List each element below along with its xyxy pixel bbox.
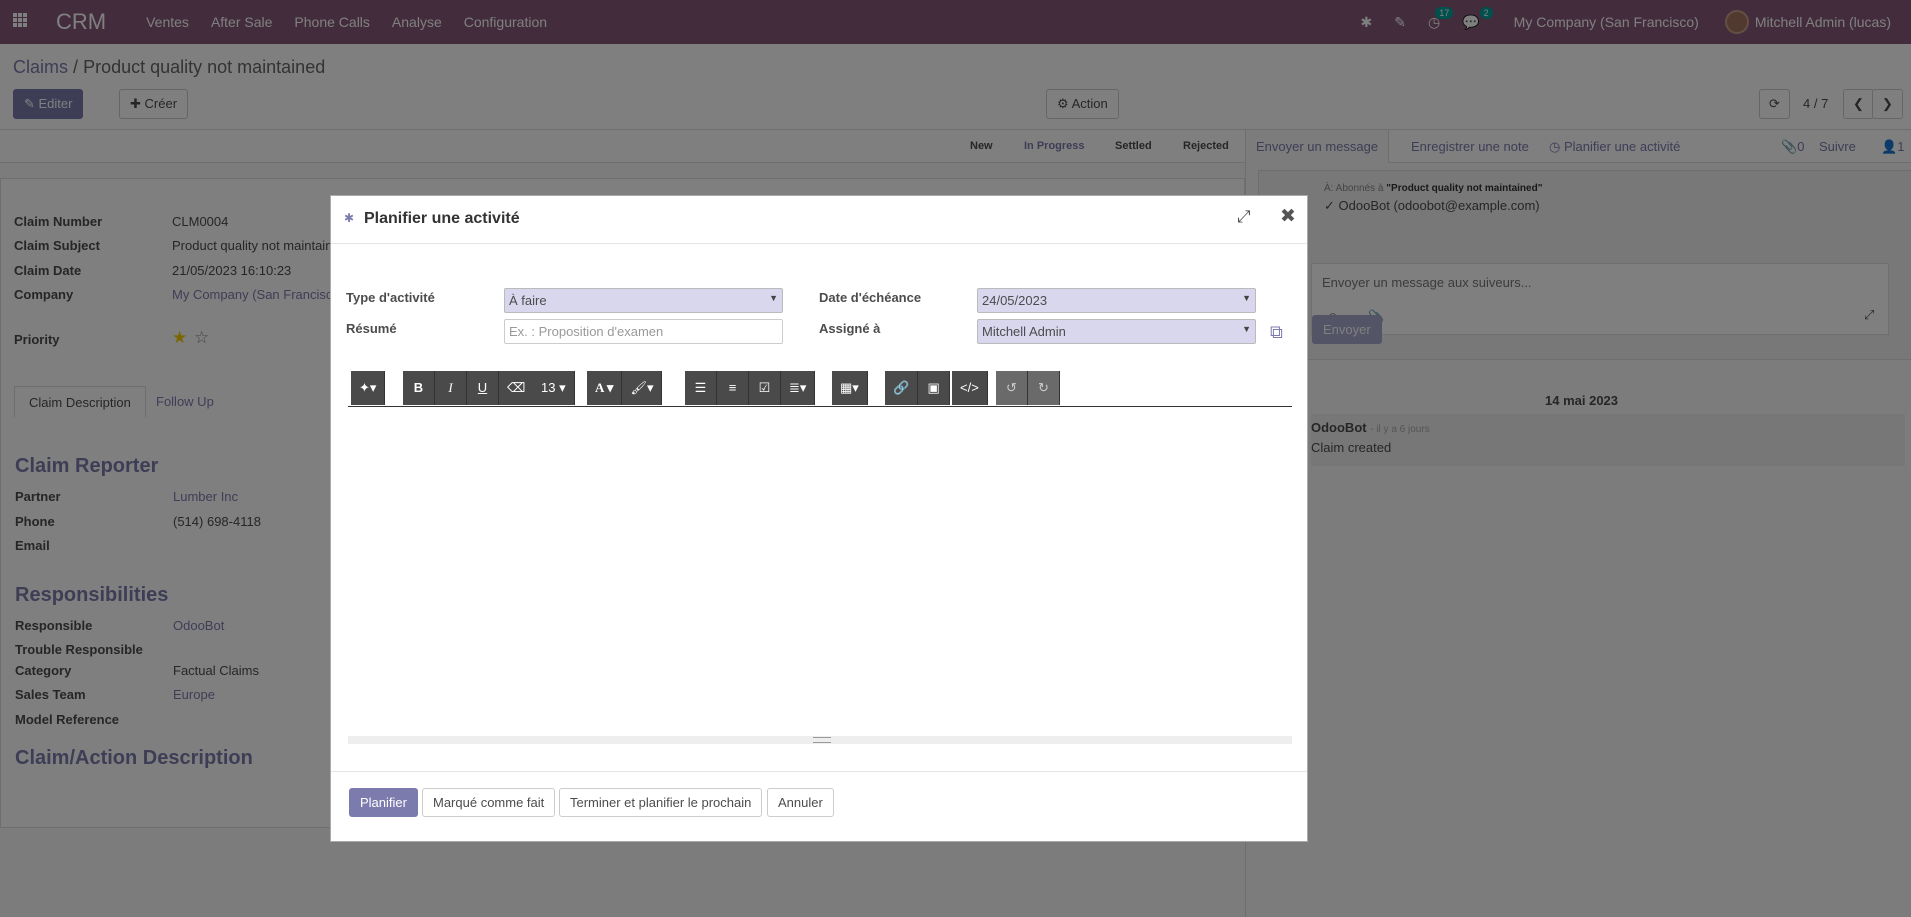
style-group: ✦▾ [351,371,386,405]
list-group: ☰ ≡ ☑ ≣▾ [685,371,816,405]
bug-icon: ✱ [344,211,355,225]
expand-icon[interactable]: ⤢ [1237,207,1251,227]
dialog-header: ✱ Planifier une activité ⤢ ✖ [331,196,1307,244]
summary-placeholder: Ex. : Proposition d'examen [509,324,664,339]
history-group: ↺ ↻ [996,371,1060,405]
mark-done-button[interactable]: Marqué comme fait [422,788,556,817]
font-group: B I U ⌫ [403,371,535,405]
magic-wand-icon[interactable]: ✦▾ [351,371,386,405]
note-editor[interactable] [348,408,1292,726]
caret-down-icon: ▼ [1242,324,1251,334]
bold-icon[interactable]: B [403,371,435,405]
assigned-to-value: Mitchell Admin [982,324,1066,339]
font-size-dropdown[interactable]: 13 ▾ [533,371,575,405]
align-icon[interactable]: ≣▾ [781,371,816,405]
assigned-to-label: Assigné à [819,321,881,336]
editor-toolbar: ✦▾ B I U ⌫ 13 ▾ A ▾ 🖌▾ ☰ ≡ ☑ ≣▾ ▦▾ 🔗 ▣ <… [348,371,1292,407]
due-date-value: 24/05/2023 [982,293,1048,308]
numbered-list-icon[interactable]: ≡ [717,371,749,405]
image-icon[interactable]: ▣ [918,371,951,405]
caret-down-icon: ▼ [769,293,778,303]
assigned-to-select[interactable]: Mitchell Admin ▼ [977,319,1256,344]
dialog-title: Planifier une activité [364,210,520,227]
schedule-button[interactable]: Planifier [349,788,418,817]
due-date-label: Date d'échéance [819,290,922,305]
resize-grip-icon[interactable] [813,737,831,743]
link-icon[interactable]: 🔗 [885,371,919,405]
eraser-icon[interactable]: ⌫ [499,371,535,405]
table-group: ▦▾ [832,371,868,405]
fontsize-group: 13 ▾ [533,371,575,405]
summary-label: Résumé [346,321,397,336]
bullet-list-icon[interactable]: ☰ [685,371,717,405]
external-link-icon[interactable]: ⧉ [1270,322,1283,343]
due-date-input[interactable]: 24/05/2023 ▼ [977,288,1256,313]
underline-icon[interactable]: U [467,371,499,405]
summary-input[interactable]: Ex. : Proposition d'examen [504,319,783,344]
schedule-activity-dialog: ✱ Planifier une activité ⤢ ✖ Type d'acti… [330,195,1308,842]
done-schedule-next-button[interactable]: Terminer et planifier le prochain [559,788,763,817]
activity-type-label: Type d'activité [346,290,435,305]
code-group: </> [952,371,988,405]
editor-resize-bar[interactable] [348,736,1292,744]
insert-group: 🔗 ▣ [885,371,951,405]
undo-icon[interactable]: ↺ [996,371,1028,405]
cancel-button[interactable]: Annuler [767,788,834,817]
paint-brush-icon[interactable]: 🖌▾ [622,371,663,405]
italic-icon[interactable]: I [435,371,467,405]
close-icon[interactable]: ✖ [1280,205,1296,228]
redo-icon[interactable]: ↻ [1028,371,1060,405]
font-size-value: 13 [541,380,556,395]
table-icon[interactable]: ▦▾ [832,371,868,405]
activity-type-value: À faire [509,293,547,308]
checklist-icon[interactable]: ☑ [749,371,781,405]
color-group: A ▾ 🖌▾ [587,371,663,405]
font-color-icon[interactable]: A ▾ [587,371,623,405]
code-view-icon[interactable]: </> [952,371,988,405]
activity-type-select[interactable]: À faire ▼ [504,288,783,313]
caret-down-icon: ▼ [1242,293,1251,303]
